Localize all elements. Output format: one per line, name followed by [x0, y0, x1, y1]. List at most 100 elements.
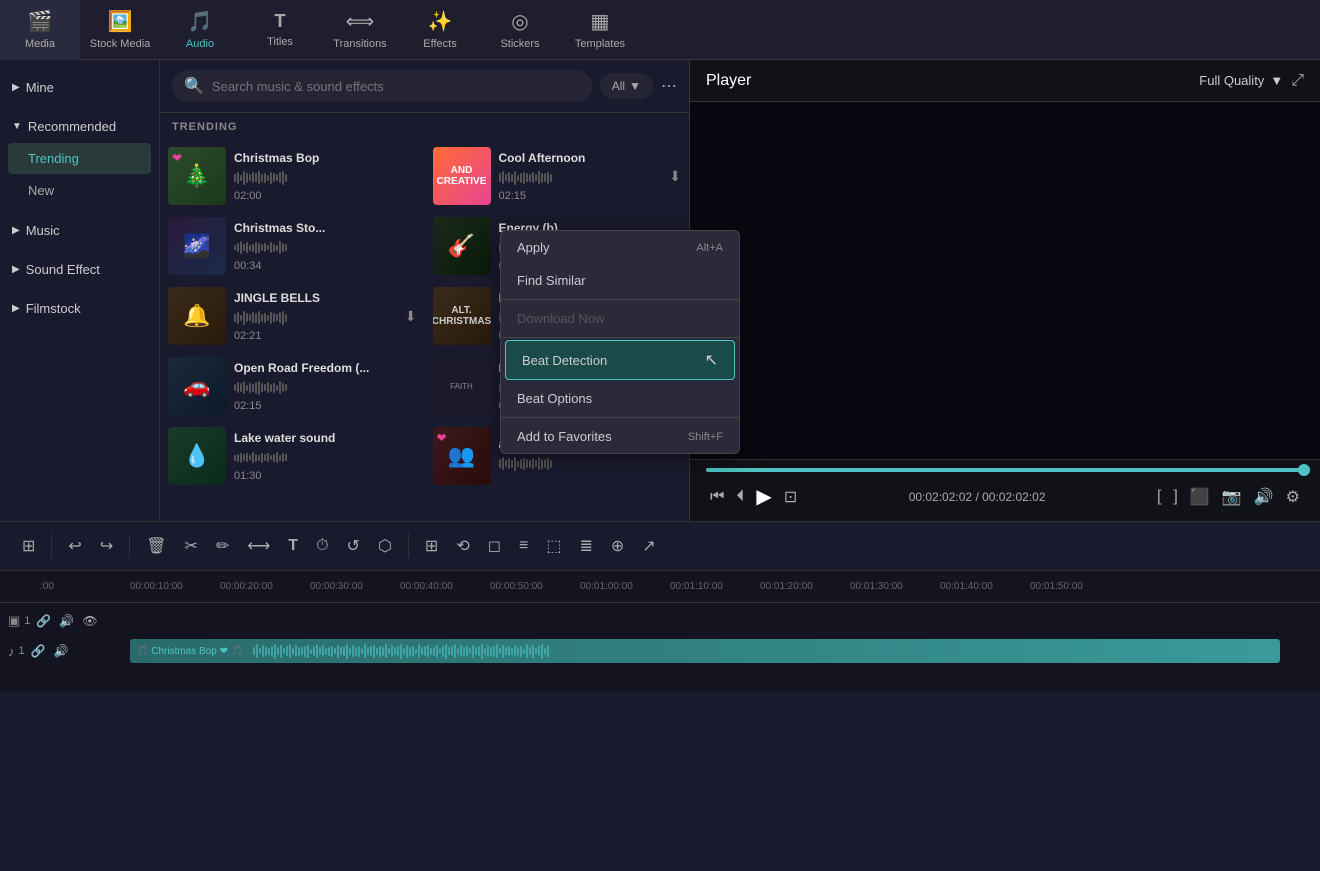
cut-button[interactable]: ✂	[179, 530, 204, 562]
ctx-download-now[interactable]: Download Now	[501, 302, 739, 335]
video-track-icon: ▣	[8, 613, 20, 629]
ruler-mark-6: 00:01:00:00	[580, 581, 670, 592]
audio-link-button[interactable]: 🔗	[29, 642, 48, 660]
ctx-add-favorites[interactable]: Add to Favorites Shift+F	[501, 420, 739, 453]
mask-button[interactable]: ◻	[482, 530, 507, 562]
stock-icon: 🖼️	[108, 9, 133, 34]
quality-select[interactable]: Full Quality ▼	[1199, 73, 1283, 88]
ctx-apply[interactable]: Apply Alt+A	[501, 231, 739, 264]
track-name-christmas-bop: Christmas Bop	[234, 151, 417, 165]
track-thumb-crowd: 👥 ❤	[433, 427, 491, 485]
ctx-beat-detection[interactable]: Beat Detection ↖	[505, 340, 735, 380]
ctx-download-label: Download Now	[517, 311, 604, 326]
track-item-cool-afternoon[interactable]: AND CREATIVE Cool Afternoon 02:15 ⬇	[425, 141, 690, 211]
mark-out-button[interactable]: ]	[1169, 484, 1181, 510]
video-visible-button[interactable]: 👁	[80, 612, 99, 630]
play-button[interactable]: ▶	[752, 480, 775, 513]
multi-button[interactable]: ⬚	[540, 530, 567, 562]
track-item-christmas-bop[interactable]: 🎄 ❤ Christmas Bop 02:00	[160, 141, 425, 211]
recommended-arrow-icon: ▼	[12, 121, 22, 132]
grid-button[interactable]: ⊞	[419, 530, 444, 562]
main-layout: ▶ Mine ▼ Recommended Trending New ▶ Musi…	[0, 60, 1320, 521]
ctx-find-label: Find Similar	[517, 273, 586, 288]
top-toolbar: 🎬 Media 🖼️ Stock Media 🎵 Audio T Titles …	[0, 0, 1320, 60]
ctx-favorites-label: Add to Favorites	[517, 429, 612, 444]
export-button[interactable]: ↗	[636, 530, 661, 562]
toolbar-effects[interactable]: ✨ Effects	[400, 0, 480, 60]
volume-button[interactable]: 🔊	[1250, 483, 1278, 511]
delete-button[interactable]: 🗑	[140, 530, 172, 562]
toolbar-titles-label: Titles	[267, 36, 293, 48]
loop-button[interactable]: ⊡	[780, 483, 801, 511]
frame-back-button[interactable]: ⏴	[732, 484, 748, 510]
effects-icon: ✨	[428, 9, 453, 34]
audio-sound-button[interactable]: 🔊	[52, 642, 71, 660]
sidebar-mine-header[interactable]: ▶ Mine	[0, 72, 159, 103]
rotate-button[interactable]: ↺	[341, 530, 366, 562]
sidebar-filmstock-header[interactable]: ▶ Filmstock	[0, 293, 159, 324]
audio-clip-christmas-bop[interactable]: 🎵 Christmas Bop ❤ 🎵	[130, 639, 1280, 663]
timeline-ruler: :00 00:00:10:00 00:00:20:00 00:00:30:00 …	[0, 581, 1120, 592]
toolbar-transitions[interactable]: ⟺ Transitions	[320, 0, 400, 60]
filter-button[interactable]: All ▼	[600, 73, 653, 99]
rewind-button[interactable]: ⏮	[706, 484, 728, 510]
track-lane-audio-controls: ♪ 1 🔗 🔊	[0, 642, 130, 660]
text-tool-button[interactable]: T	[282, 531, 304, 561]
timer-button[interactable]: ⏱	[310, 531, 334, 561]
sidebar-music-header[interactable]: ▶ Music	[0, 215, 159, 246]
stickers-icon: ◎	[511, 9, 528, 34]
sidebar-item-trending[interactable]: Trending	[8, 143, 151, 174]
sidebar-sound-header[interactable]: ▶ Sound Effect	[0, 254, 159, 285]
redo-button[interactable]: ↪	[94, 530, 119, 562]
sidebar-music-label: Music	[26, 223, 60, 238]
search-input[interactable]	[212, 79, 580, 94]
ruler-mark-9: 00:01:30:00	[850, 581, 940, 592]
search-input-wrap[interactable]: 🔍	[172, 70, 592, 102]
video-link-button[interactable]: 🔗	[34, 612, 53, 630]
download-cool-button[interactable]: ⬇	[669, 168, 681, 185]
add-button[interactable]: ⊕	[605, 530, 630, 562]
track-name-road: Open Road Freedom (...	[234, 361, 417, 375]
settings-button[interactable]: ⚙	[1282, 483, 1304, 511]
toolbar-templates[interactable]: ▦ Templates	[560, 0, 640, 60]
layout-button[interactable]: ⊞	[16, 530, 41, 562]
more-options-button[interactable]: ⋯	[661, 76, 677, 96]
toolbar-media[interactable]: 🎬 Media	[0, 0, 80, 60]
transitions-icon: ⟺	[346, 9, 375, 34]
screenshot-button[interactable]: 📷	[1218, 483, 1246, 511]
progress-fill	[706, 468, 1304, 472]
download-jingle-button[interactable]: ⬇	[405, 308, 417, 325]
player-expand-button[interactable]: ⤢	[1291, 72, 1304, 90]
track-duration-christmas-bop: 02:00	[234, 190, 417, 202]
toolbar-stickers[interactable]: ◎ Stickers	[480, 0, 560, 60]
track-thumb-christmas-bop: 🎄 ❤	[168, 147, 226, 205]
video-sound-button[interactable]: 🔊	[57, 612, 76, 630]
sidebar-recommended-header[interactable]: ▼ Recommended	[0, 111, 159, 142]
track-item-lake[interactable]: 💧 Lake water sound 01:30	[160, 421, 425, 491]
toolbar-media-label: Media	[25, 38, 55, 50]
edit-button[interactable]: ✏	[210, 530, 235, 562]
progress-bar[interactable]	[706, 468, 1304, 472]
track-name-cool-afternoon: Cool Afternoon	[499, 151, 670, 165]
undo-button[interactable]: ↩	[62, 530, 87, 562]
sidebar-item-new[interactable]: New	[8, 175, 151, 206]
shape-button[interactable]: ⬡	[372, 530, 398, 562]
track-thumb-road: 🚗	[168, 357, 226, 415]
split-button[interactable]: ≡	[513, 531, 534, 561]
ctx-find-similar[interactable]: Find Similar	[501, 264, 739, 297]
sidebar-section-sound-effect: ▶ Sound Effect	[0, 250, 159, 289]
track-item-jingle-bells[interactable]: 🔔 JINGLE BELLS 02:21 ⬇	[160, 281, 425, 351]
sync-button[interactable]: ⟲	[450, 530, 475, 562]
toolbar-audio[interactable]: 🎵 Audio	[160, 0, 240, 60]
ctx-beat-options[interactable]: Beat Options	[501, 382, 739, 415]
fullscreen-button[interactable]: ⬛	[1186, 483, 1214, 511]
toolbar-titles[interactable]: T Titles	[240, 0, 320, 60]
extra-controls: [ ] ⬛ 📷 🔊 ⚙	[1153, 483, 1304, 511]
resize-button[interactable]: ⟷	[241, 530, 276, 562]
audio-tool-button[interactable]: ≣	[573, 530, 598, 562]
toolbar-stock-media[interactable]: 🖼️ Stock Media	[80, 0, 160, 60]
search-icon: 🔍	[184, 76, 204, 96]
track-item-christmas-story[interactable]: 🌌 Christmas Sto... 00:34	[160, 211, 425, 281]
track-item-open-road[interactable]: 🚗 Open Road Freedom (... 02:15	[160, 351, 425, 421]
mark-in-button[interactable]: [	[1153, 484, 1165, 510]
